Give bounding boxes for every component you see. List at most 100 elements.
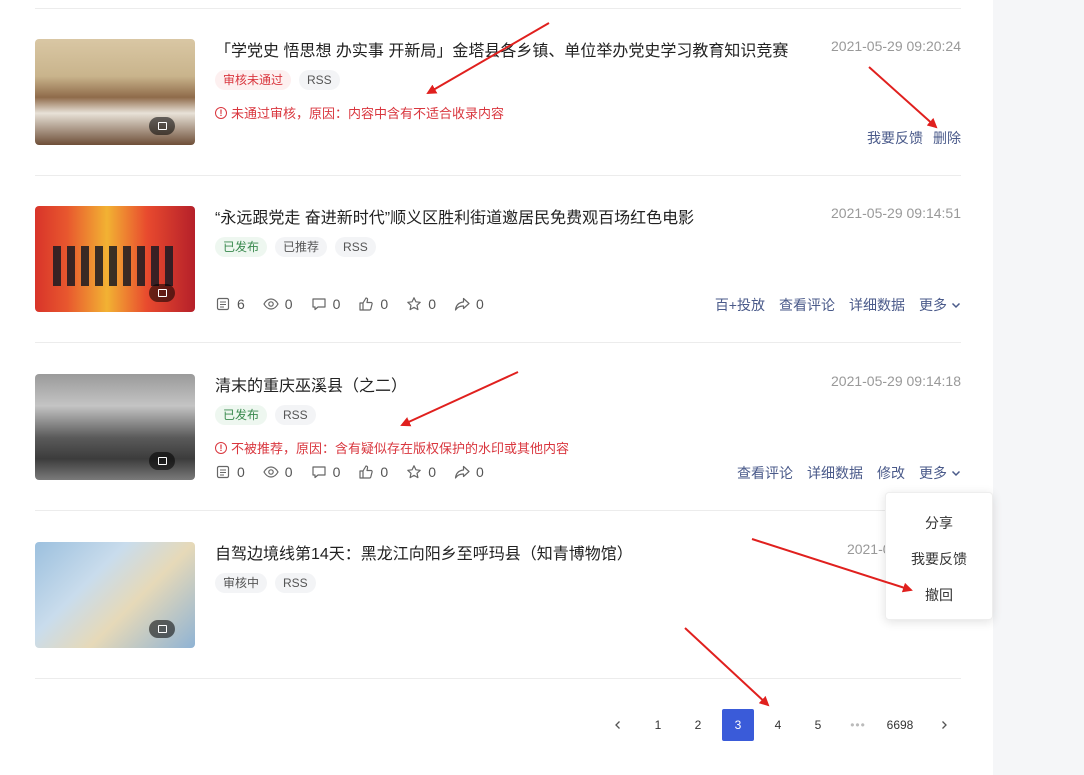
eye-icon bbox=[263, 466, 279, 478]
view-comments-link[interactable]: 查看评论 bbox=[779, 295, 835, 315]
status-badge: 已发布 bbox=[215, 237, 268, 257]
stat-value: 6 bbox=[237, 296, 245, 312]
stat-item: 0 bbox=[263, 464, 293, 480]
chevron-right-icon bbox=[942, 721, 947, 729]
rejection-reason: ! 未通过审核，原因：内容中含有不适合收录内容 bbox=[215, 103, 504, 122]
stat-value: 0 bbox=[475, 296, 484, 312]
more-label: 更多 bbox=[919, 465, 947, 481]
status-badge: 已发布 bbox=[215, 405, 268, 425]
article-count-icon bbox=[216, 465, 230, 479]
edit-link[interactable]: 修改 bbox=[877, 463, 905, 483]
article-thumbnail[interactable] bbox=[35, 39, 195, 145]
menu-item-withdraw[interactable]: 撤回 bbox=[886, 585, 992, 605]
stat-value: 0 bbox=[475, 464, 484, 480]
page-button[interactable]: 4 bbox=[762, 709, 794, 741]
stat-item: 6 bbox=[215, 296, 245, 312]
page-button[interactable]: 1 bbox=[642, 709, 674, 741]
page-gutter bbox=[993, 0, 1084, 775]
chevron-down-icon bbox=[951, 470, 961, 477]
thumbs-up-icon bbox=[359, 297, 374, 311]
more-menu-button[interactable]: 更多 bbox=[919, 463, 961, 483]
stat-item: 0 bbox=[454, 464, 484, 480]
stat-item: 0 bbox=[358, 464, 388, 480]
status-badge: 审核中 bbox=[215, 573, 268, 593]
page-button-current[interactable]: 3 bbox=[722, 709, 754, 741]
page-button[interactable]: 2 bbox=[682, 709, 714, 741]
image-icon bbox=[149, 117, 175, 135]
stat-item: 0 bbox=[215, 464, 245, 480]
delete-link[interactable]: 删除 bbox=[933, 128, 961, 148]
dancers-shape bbox=[53, 246, 179, 286]
detail-data-link[interactable]: 详细数据 bbox=[807, 463, 863, 483]
feedback-link[interactable]: 我要反馈 bbox=[867, 128, 923, 148]
divider bbox=[35, 678, 961, 679]
stat-item: 0 bbox=[406, 464, 436, 480]
article-title[interactable]: 清末的重庆巫溪县（之二） bbox=[215, 372, 407, 396]
menu-item-share[interactable]: 分享 bbox=[886, 513, 992, 533]
comment-icon bbox=[311, 466, 326, 479]
article-item: “永远跟党走 奋进新时代”顺义区胜利街道邀居民免费观百场红色电影 2021-05… bbox=[35, 204, 961, 343]
article-title[interactable]: “永远跟党走 奋进新时代”顺义区胜利街道邀居民免费观百场红色电影 bbox=[215, 204, 694, 228]
tag-list: 已发布 RSS bbox=[215, 405, 316, 425]
chevron-left-icon bbox=[615, 721, 620, 729]
source-badge: RSS bbox=[299, 70, 340, 90]
page-button[interactable]: 5 bbox=[802, 709, 834, 741]
prev-page-button[interactable] bbox=[602, 709, 634, 741]
status-badge: 审核未通过 bbox=[215, 70, 292, 90]
stat-item: 0 bbox=[454, 296, 484, 312]
image-icon bbox=[149, 620, 175, 638]
stat-value: 0 bbox=[237, 464, 245, 480]
page-button[interactable]: 6698 bbox=[882, 709, 918, 741]
more-label: 更多 bbox=[919, 297, 947, 313]
star-icon bbox=[407, 297, 421, 311]
warning-icon: ! bbox=[215, 441, 227, 454]
divider bbox=[35, 342, 961, 343]
next-page-button[interactable] bbox=[928, 709, 960, 741]
eye-icon bbox=[263, 298, 279, 310]
menu-item-feedback[interactable]: 我要反馈 bbox=[886, 549, 992, 569]
view-comments-link[interactable]: 查看评论 bbox=[737, 463, 793, 483]
divider bbox=[35, 510, 961, 511]
rejection-reason-text: 未通过审核，原因：内容中含有不适合收录内容 bbox=[231, 106, 505, 121]
article-thumbnail[interactable] bbox=[35, 374, 195, 480]
rejection-reason-text: 不被推荐，原因：含有疑似存在版权保护的水印或其他内容 bbox=[231, 441, 570, 456]
chevron-down-icon bbox=[951, 302, 961, 309]
stat-value: 0 bbox=[380, 464, 389, 480]
stat-item: 0 bbox=[406, 296, 436, 312]
divider bbox=[35, 175, 961, 176]
tag-list: 审核中 RSS bbox=[215, 573, 316, 593]
promote-link[interactable]: 百+投放 bbox=[715, 295, 765, 315]
publish-time: 2021-05-29 09:14:18 bbox=[831, 373, 961, 389]
article-item: 「学党史 悟思想 办实事 开新局」金塔县各乡镇、单位举办党史学习教育知识竞赛 2… bbox=[35, 37, 961, 176]
detail-data-link[interactable]: 详细数据 bbox=[849, 295, 905, 315]
article-item: 清末的重庆巫溪县（之二） 2021-05-29 09:14:18 已发布 RSS… bbox=[35, 372, 961, 511]
image-icon bbox=[149, 284, 175, 302]
share-icon bbox=[454, 297, 470, 311]
source-badge: RSS bbox=[335, 237, 376, 257]
stat-value: 0 bbox=[332, 464, 341, 480]
stats-row: 0 0 0 0 0 0 bbox=[215, 464, 502, 480]
article-thumbnail[interactable] bbox=[35, 206, 195, 312]
article-title[interactable]: 「学党史 悟思想 办实事 开新局」金塔县各乡镇、单位举办党史学习教育知识竞赛 bbox=[215, 37, 788, 61]
more-menu-button[interactable]: 更多 bbox=[919, 295, 961, 315]
more-dropdown-menu: 分享 我要反馈 撤回 bbox=[885, 492, 993, 620]
article-thumbnail[interactable] bbox=[35, 542, 195, 648]
divider bbox=[35, 8, 961, 9]
article-item: 自驾边境线第14天：黑龙江向阳乡至呼玛县（知青博物馆） 2021-05- 审核中… bbox=[35, 540, 961, 679]
thumbs-up-icon bbox=[359, 465, 374, 479]
article-count-icon bbox=[216, 297, 230, 311]
image-icon bbox=[149, 452, 175, 470]
source-badge: RSS bbox=[275, 405, 316, 425]
publish-time: 2021-05-29 09:14:51 bbox=[831, 205, 961, 221]
stat-value: 0 bbox=[428, 464, 436, 480]
recommended-badge: 已推荐 bbox=[275, 237, 328, 257]
stat-item: 0 bbox=[311, 296, 340, 312]
article-actions: 百+投放 查看评论 详细数据 更多 bbox=[715, 295, 961, 315]
warning-icon: ! bbox=[215, 106, 227, 119]
article-actions: 查看评论 详细数据 修改 更多 bbox=[737, 463, 961, 483]
article-title[interactable]: 自驾边境线第14天：黑龙江向阳乡至呼玛县（知青博物馆） bbox=[215, 540, 633, 564]
publish-time: 2021-05-29 09:20:24 bbox=[831, 38, 961, 54]
page-ellipsis[interactable]: ••• bbox=[842, 709, 874, 741]
tag-list: 审核未通过 RSS bbox=[215, 70, 340, 90]
stat-value: 0 bbox=[284, 464, 293, 480]
